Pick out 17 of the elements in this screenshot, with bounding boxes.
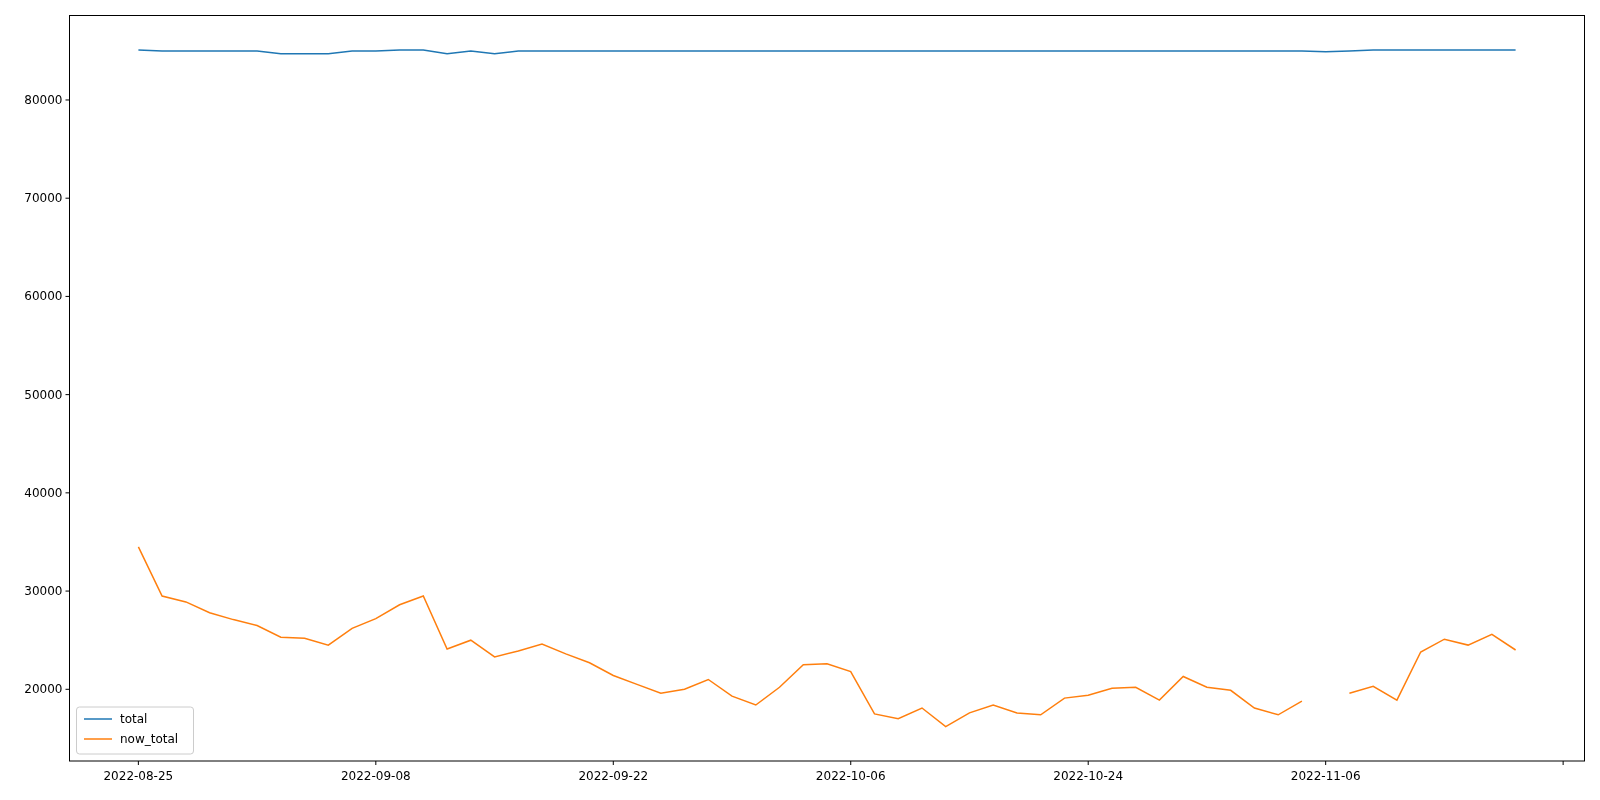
x-tick-label: 2022-09-08: [340, 769, 411, 783]
legend-label: now_total: [120, 732, 179, 746]
legend-label: total: [120, 712, 148, 726]
x-tick-label: 2022-11-06: [1290, 769, 1361, 783]
x-tick-label: 2022-08-25: [103, 769, 174, 783]
legend-line: [83, 718, 113, 720]
x-tick-label: 2022-10-24: [1053, 769, 1124, 783]
legend-line: [83, 738, 113, 740]
x-tick-label: 2022-10-06: [815, 769, 886, 783]
y-tick-label: 30000: [24, 584, 63, 599]
y-tick-label: 60000: [24, 289, 63, 304]
y-tick-label: 50000: [24, 387, 63, 402]
y-tick-label: 40000: [24, 485, 63, 500]
y-tick-label: 70000: [24, 191, 63, 206]
x-tick-label: 2022-09-22: [578, 769, 649, 783]
y-tick-label: 20000: [24, 682, 63, 697]
y-tick-label: 80000: [24, 92, 63, 107]
